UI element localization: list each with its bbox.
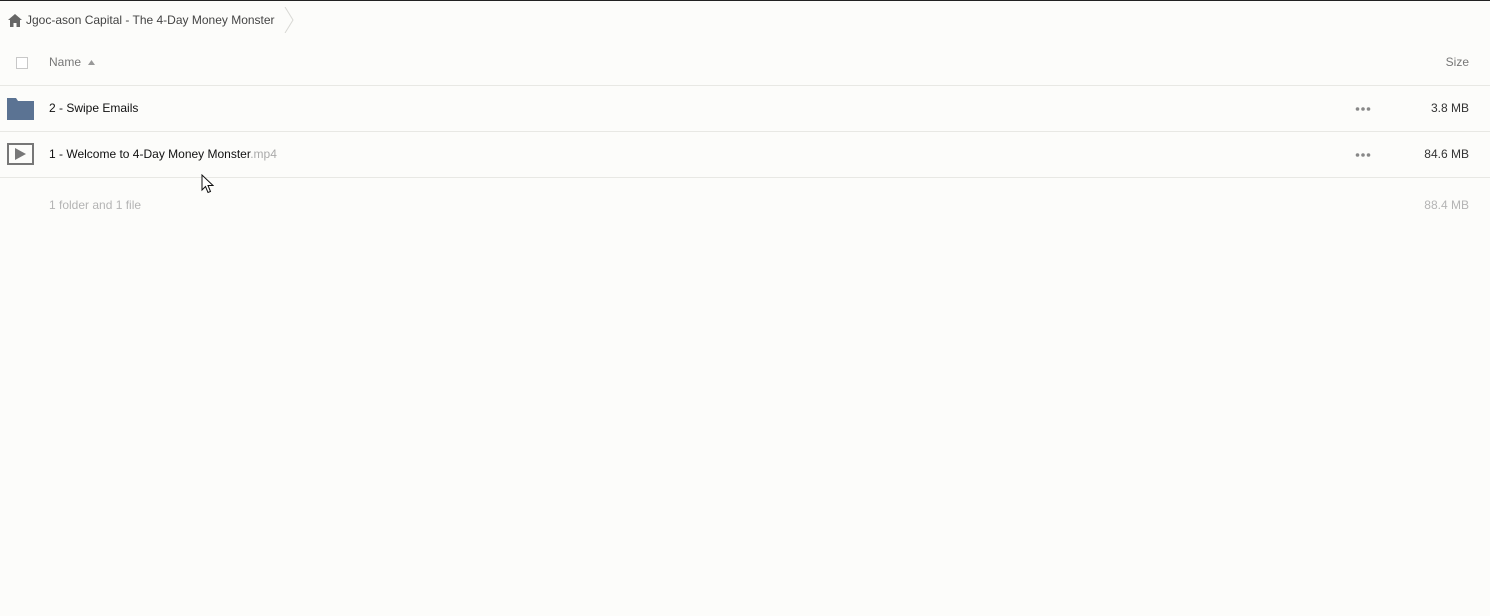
chevron-right-icon — [284, 7, 294, 33]
breadcrumb: Jgoc-ason Capital - The 4-Day Money Mons… — [0, 1, 1490, 39]
item-size: 3.8 MB — [1430, 101, 1469, 115]
more-options-icon[interactable] — [1355, 152, 1371, 158]
summary-count: 1 folder and 1 file — [49, 198, 142, 212]
folder-icon — [7, 98, 34, 120]
list-header: Name Size — [0, 41, 1490, 86]
list-item-folder[interactable]: 2 - Swipe Emails 3.8 MB — [0, 86, 1490, 132]
sort-ascending-icon — [88, 59, 96, 65]
breadcrumb-label: Jgoc-ason Capital - The 4-Day Money Mons… — [26, 13, 275, 27]
item-name: 1 - Welcome to 4-Day Money Monster.mp4 — [49, 147, 277, 161]
more-options-icon[interactable] — [1355, 106, 1371, 112]
column-name-label: Name — [49, 55, 82, 69]
summary-total-size: 88.4 MB — [1424, 198, 1469, 212]
item-name: 2 - Swipe Emails — [49, 101, 139, 115]
list-summary: 1 folder and 1 file 88.4 MB — [0, 196, 1490, 214]
item-extension: .mp4 — [250, 147, 277, 161]
column-header-size[interactable]: Size — [1446, 55, 1469, 69]
video-play-icon — [7, 143, 34, 165]
item-size: 84.6 MB — [1424, 147, 1469, 161]
select-all-checkbox[interactable] — [16, 57, 28, 69]
column-header-name[interactable]: Name — [49, 55, 96, 69]
file-browser: Jgoc-ason Capital - The 4-Day Money Mons… — [0, 0, 1490, 616]
home-icon — [8, 13, 22, 27]
breadcrumb-item-root[interactable]: Jgoc-ason Capital - The 4-Day Money Mons… — [0, 1, 295, 39]
list-item-video[interactable]: 1 - Welcome to 4-Day Money Monster.mp4 8… — [0, 132, 1490, 178]
